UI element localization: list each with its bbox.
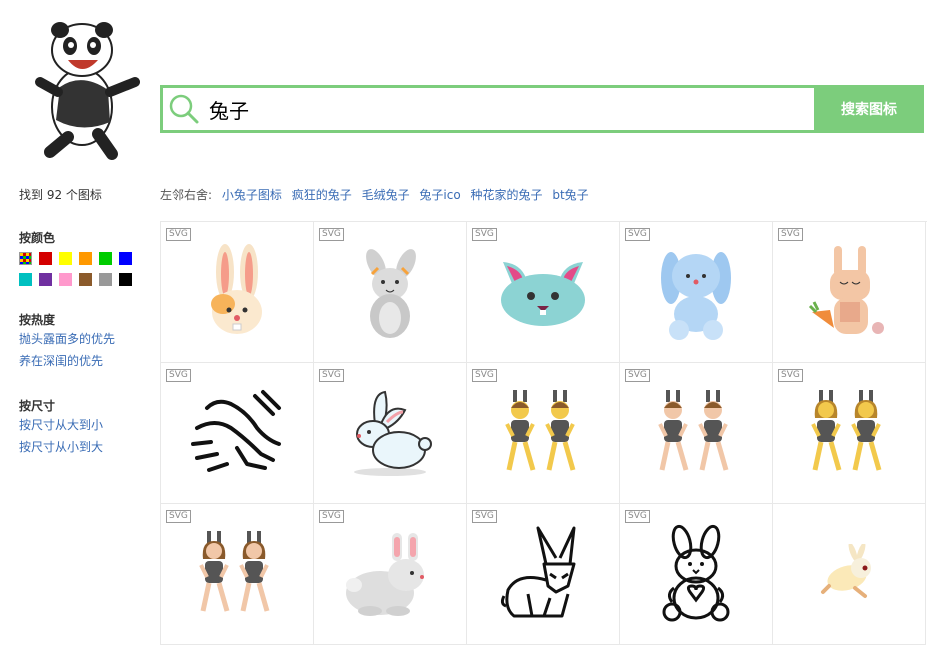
color-swatch-all[interactable] [19, 252, 32, 265]
color-swatch[interactable] [99, 273, 112, 286]
color-swatch[interactable] [59, 273, 72, 286]
icon-card[interactable]: SVG [467, 363, 620, 504]
rabbit-with-carrot-icon [808, 246, 884, 334]
svg-badge: SVG [778, 228, 803, 241]
search-bar: 搜索图标 [160, 85, 924, 133]
bunny-dancers-women-yellow-icon [811, 390, 882, 471]
bunny-dancers-light-icon [658, 390, 729, 471]
bunny-dancers-women-light-icon [199, 531, 270, 612]
sort-size-asc-link[interactable]: 按尺寸从小到大 [19, 436, 103, 458]
sort-obscure-link[interactable]: 养在深闺的优先 [19, 350, 115, 372]
size-filter-title: 按尺寸 [19, 399, 56, 413]
icon-card[interactable]: SVG [467, 504, 620, 645]
related-link[interactable]: 疯狂的兔子 [292, 188, 352, 202]
color-swatch[interactable] [79, 252, 92, 265]
svg-badge: SVG [166, 228, 191, 241]
svg-badge: SVG [625, 510, 650, 523]
icon-card[interactable]: SVG [620, 222, 773, 363]
color-swatch[interactable] [19, 273, 32, 286]
bunny-dancers-yellow-icon [505, 390, 576, 471]
icon-card[interactable]: SVG [161, 363, 314, 504]
color-filter-title: 按颜色 [19, 231, 56, 245]
search-button[interactable]: 搜索图标 [814, 85, 924, 133]
rabbit-line-icon [500, 526, 576, 618]
svg-badge: SVG [472, 510, 497, 523]
icon-card[interactable]: SVG [620, 504, 773, 645]
related-link[interactable]: 兔子ico [419, 188, 460, 202]
color-swatch[interactable] [119, 252, 132, 265]
svg-badge: SVG [319, 228, 344, 241]
gray-rabbit-icon [366, 249, 416, 338]
panda-logo[interactable] [20, 12, 150, 162]
color-swatch[interactable] [79, 273, 92, 286]
icon-card[interactable]: SVG [161, 222, 314, 363]
icon-card[interactable]: SVG [773, 222, 926, 363]
svg-badge: SVG [166, 369, 191, 382]
related-searches: 左邻右舍: 小兔子图标 疯狂的兔子 毛绒兔子 兔子ico 种花家的兔子 bt兔子 [160, 186, 589, 203]
color-swatch[interactable] [39, 273, 52, 286]
teddy-bunny-outline-icon [662, 524, 730, 622]
related-label: 左邻右舍: [160, 188, 213, 202]
color-swatch[interactable] [119, 273, 132, 286]
color-swatches [19, 252, 132, 286]
heat-filter-title: 按热度 [19, 313, 56, 327]
svg-badge: SVG [319, 510, 344, 523]
svg-badge: SVG [778, 369, 803, 382]
related-link[interactable]: 种花家的兔子 [471, 188, 543, 202]
related-link[interactable]: 毛绒兔子 [362, 188, 410, 202]
icon-card[interactable]: SVG [773, 363, 926, 504]
svg-badge: SVG [625, 369, 650, 382]
blue-plush-bunny-icon [661, 252, 731, 340]
sort-size-desc-link[interactable]: 按尺寸从大到小 [19, 414, 103, 436]
search-icon [163, 88, 205, 130]
heat-filter: 按热度 抛头露面多的优先 养在深闺的优先 [19, 311, 115, 372]
color-swatch[interactable] [39, 252, 52, 265]
icon-card[interactable]: SVG [314, 222, 467, 363]
related-link[interactable]: 小兔子图标 [222, 188, 282, 202]
icon-card[interactable]: SVG [314, 363, 467, 504]
rabbit-face-icon [211, 244, 262, 334]
icon-card[interactable]: SVG [467, 222, 620, 363]
icon-card[interactable]: SVG [161, 504, 314, 645]
running-rabbit-outline-icon [191, 390, 281, 472]
teal-bunny-face-icon [501, 262, 585, 326]
search-input[interactable] [205, 88, 814, 130]
color-swatch[interactable] [59, 252, 72, 265]
size-filter: 按尺寸 按尺寸从大到小 按尺寸从小到大 [19, 397, 103, 458]
leaping-cream-rabbit-icon [821, 544, 871, 598]
icon-card[interactable] [773, 504, 926, 645]
sitting-gray-rabbit-icon [346, 533, 424, 616]
svg-badge: SVG [625, 228, 650, 241]
svg-badge: SVG [166, 510, 191, 523]
svg-badge: SVG [472, 369, 497, 382]
white-rabbit-icon [354, 390, 432, 476]
icon-card[interactable]: SVG [620, 363, 773, 504]
icon-card[interactable]: SVG [314, 504, 467, 645]
color-filter: 按颜色 [19, 229, 132, 286]
svg-badge: SVG [319, 369, 344, 382]
icon-grid: SVG SVG SVG SVG SVG SVG SVG SVG SVG SVG … [160, 221, 927, 645]
sort-popular-link[interactable]: 抛头露面多的优先 [19, 328, 115, 350]
related-link[interactable]: bt兔子 [552, 188, 588, 202]
svg-badge: SVG [472, 228, 497, 241]
color-swatch[interactable] [99, 252, 112, 265]
result-count: 找到 92 个图标 [19, 188, 102, 202]
